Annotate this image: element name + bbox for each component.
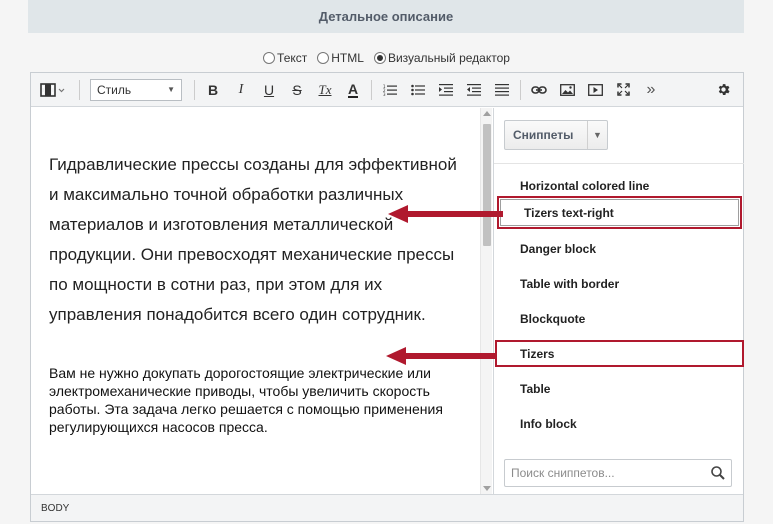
numbered-list-button[interactable]: 123 <box>376 73 404 107</box>
bullet-list-button[interactable] <box>404 73 432 107</box>
remove-format-icon: Tx <box>318 81 332 97</box>
align-justify-icon <box>495 83 509 96</box>
mode-visual-label: Визуальный редактор <box>387 51 510 65</box>
search-icon[interactable] <box>711 466 725 480</box>
image-icon <box>559 83 575 96</box>
mode-html-option[interactable]: HTML <box>317 51 364 65</box>
section-title: Детальное описание <box>318 9 454 24</box>
svg-text:3: 3 <box>383 92 386 96</box>
chevron-down-icon[interactable]: ▼ <box>587 121 607 149</box>
insert-image-button[interactable] <box>553 73 581 107</box>
view-mode-button[interactable] <box>31 73 75 107</box>
snippet-item[interactable]: Table with border <box>520 277 619 291</box>
fullscreen-icon <box>616 83 630 96</box>
insert-video-button[interactable] <box>581 73 609 107</box>
outdent-button[interactable] <box>460 73 488 107</box>
visual-editor: Стиль ▼ B I U S Tx A 123 » Гидравлически… <box>30 72 744 522</box>
film-icon <box>40 82 65 97</box>
snippets-panel: Сниппеты ▼ Horizontal colored line Tizer… <box>493 108 744 494</box>
editor-content-area[interactable]: Гидравлические прессы созданы для эффект… <box>31 108 479 494</box>
style-select[interactable]: Стиль ▼ <box>90 78 182 101</box>
insert-link-button[interactable] <box>525 73 553 107</box>
link-icon <box>531 85 547 94</box>
font-color-button[interactable]: A <box>339 73 367 107</box>
settings-button[interactable] <box>709 73 737 107</box>
fullscreen-button[interactable] <box>609 73 637 107</box>
snippet-item[interactable]: Danger block <box>520 242 596 256</box>
arrow-left-icon <box>386 347 496 365</box>
align-button[interactable] <box>488 73 516 107</box>
snippet-search-input[interactable]: Поиск сниппетов... <box>504 459 732 487</box>
editor-toolbar: Стиль ▼ B I U S Tx A 123 » <box>31 73 743 107</box>
toolbar-separator <box>79 79 80 100</box>
toolbar-separator <box>371 79 372 100</box>
remove-format-button[interactable]: Tx <box>311 73 339 107</box>
font-color-icon: A <box>347 80 359 98</box>
mode-text-option[interactable]: Текст <box>263 51 307 65</box>
scrollbar-thumb[interactable] <box>483 124 491 246</box>
toolbar-separator <box>194 79 195 100</box>
mode-html-label: HTML <box>331 51 364 65</box>
element-path[interactable]: BODY <box>41 503 69 514</box>
element-path-bar: BODY <box>31 494 743 521</box>
snippets-button[interactable]: Сниппеты ▼ <box>504 120 608 150</box>
more-tools-button[interactable]: » <box>637 73 665 107</box>
scroll-down-arrow-icon[interactable] <box>483 486 491 491</box>
section-header: Детальное описание <box>28 0 744 33</box>
scroll-up-arrow-icon[interactable] <box>483 111 491 116</box>
video-icon <box>587 83 603 96</box>
style-select-value: Стиль <box>97 82 132 97</box>
bullet-list-icon <box>411 84 425 95</box>
chevron-down-icon: ▼ <box>167 85 175 94</box>
snippet-item[interactable]: Info block <box>520 417 577 431</box>
page: Детальное описание Текст HTML Визуальный… <box>0 0 773 524</box>
gear-icon <box>718 84 730 95</box>
mode-html-radio[interactable] <box>317 52 330 64</box>
numbered-list-icon: 123 <box>383 84 397 96</box>
snippet-item[interactable]: Horizontal colored line <box>520 179 649 193</box>
search-placeholder: Поиск сниппетов... <box>511 466 615 480</box>
content-paragraph: Гидравлические прессы созданы для эффект… <box>49 155 457 324</box>
arrow-left-icon <box>388 205 503 223</box>
indent-button[interactable] <box>432 73 460 107</box>
snippet-item[interactable]: Table <box>520 382 550 396</box>
snippet-item[interactable]: Blockquote <box>520 312 585 326</box>
mode-text-label: Текст <box>277 51 308 65</box>
strikethrough-button[interactable]: S <box>283 73 311 107</box>
mode-visual-option[interactable]: Визуальный редактор <box>373 51 510 65</box>
editor-mode-switch: Текст HTML Визуальный редактор <box>0 51 773 65</box>
content-scrollbar[interactable] <box>480 108 492 494</box>
panel-divider <box>494 163 744 164</box>
italic-button[interactable]: I <box>227 73 255 107</box>
bold-button[interactable]: B <box>199 73 227 107</box>
mode-visual-radio[interactable] <box>373 52 386 64</box>
content-paragraph: Вам не нужно докупать дорогостоящие элек… <box>49 365 443 435</box>
underline-button[interactable]: U <box>255 73 283 107</box>
snippets-button-label: Сниппеты <box>513 128 574 142</box>
mode-text-radio[interactable] <box>263 52 276 64</box>
snippet-item[interactable]: Tizers <box>520 347 554 361</box>
outdent-icon <box>467 83 481 96</box>
snippet-item[interactable]: Tizers text-right <box>524 206 614 220</box>
toolbar-separator <box>520 79 521 100</box>
indent-icon <box>439 83 453 96</box>
